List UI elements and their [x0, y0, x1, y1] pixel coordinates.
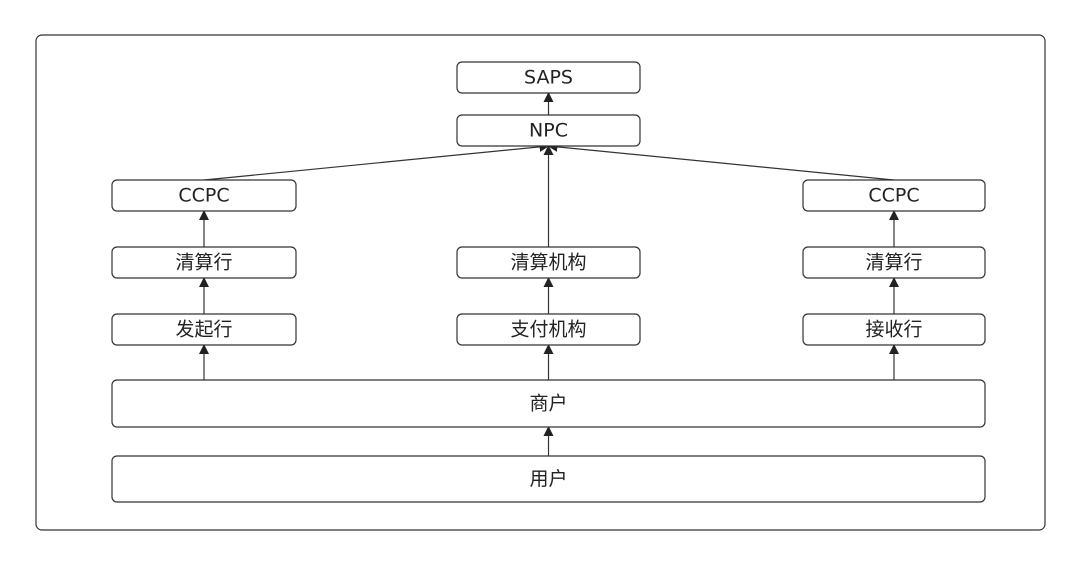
node-label: 清算行	[865, 252, 922, 274]
node-label: 发起行	[175, 319, 232, 341]
node-label: 商户	[529, 393, 567, 415]
node-label: NPC	[529, 120, 568, 142]
node-ccpc-left: CCPC	[111, 179, 297, 212]
node-ccpc-right: CCPC	[802, 179, 986, 212]
node-npc: NPC	[456, 114, 641, 147]
node-user: 用户	[111, 455, 986, 503]
node-merchant: 商户	[111, 379, 986, 428]
node-label: 支付机构	[510, 319, 586, 341]
node-label: 接收行	[865, 319, 922, 341]
node-label: 用户	[529, 468, 567, 490]
node-saps: SAPS	[456, 61, 641, 94]
node-label: CCPC	[178, 185, 229, 207]
node-clearing-bank-right: 清算行	[802, 246, 986, 279]
payment-flow-diagram: SAPS NPC CCPC CCPC 清算行 清算机构 清算行发起行 支付机构 接收行商户用户	[35, 34, 1046, 531]
node-payment-org: 支付机构	[456, 313, 641, 346]
node-receiving-bank: 接收行	[802, 313, 986, 346]
node-label: 清算行	[175, 252, 232, 274]
node-label: CCPC	[868, 185, 919, 207]
node-label: 清算机构	[510, 252, 586, 274]
node-clearing-bank-left: 清算行	[111, 246, 297, 279]
node-clearing-org: 清算机构	[456, 246, 641, 279]
node-originating-bank: 发起行	[111, 313, 297, 346]
node-label: SAPS	[524, 67, 573, 89]
